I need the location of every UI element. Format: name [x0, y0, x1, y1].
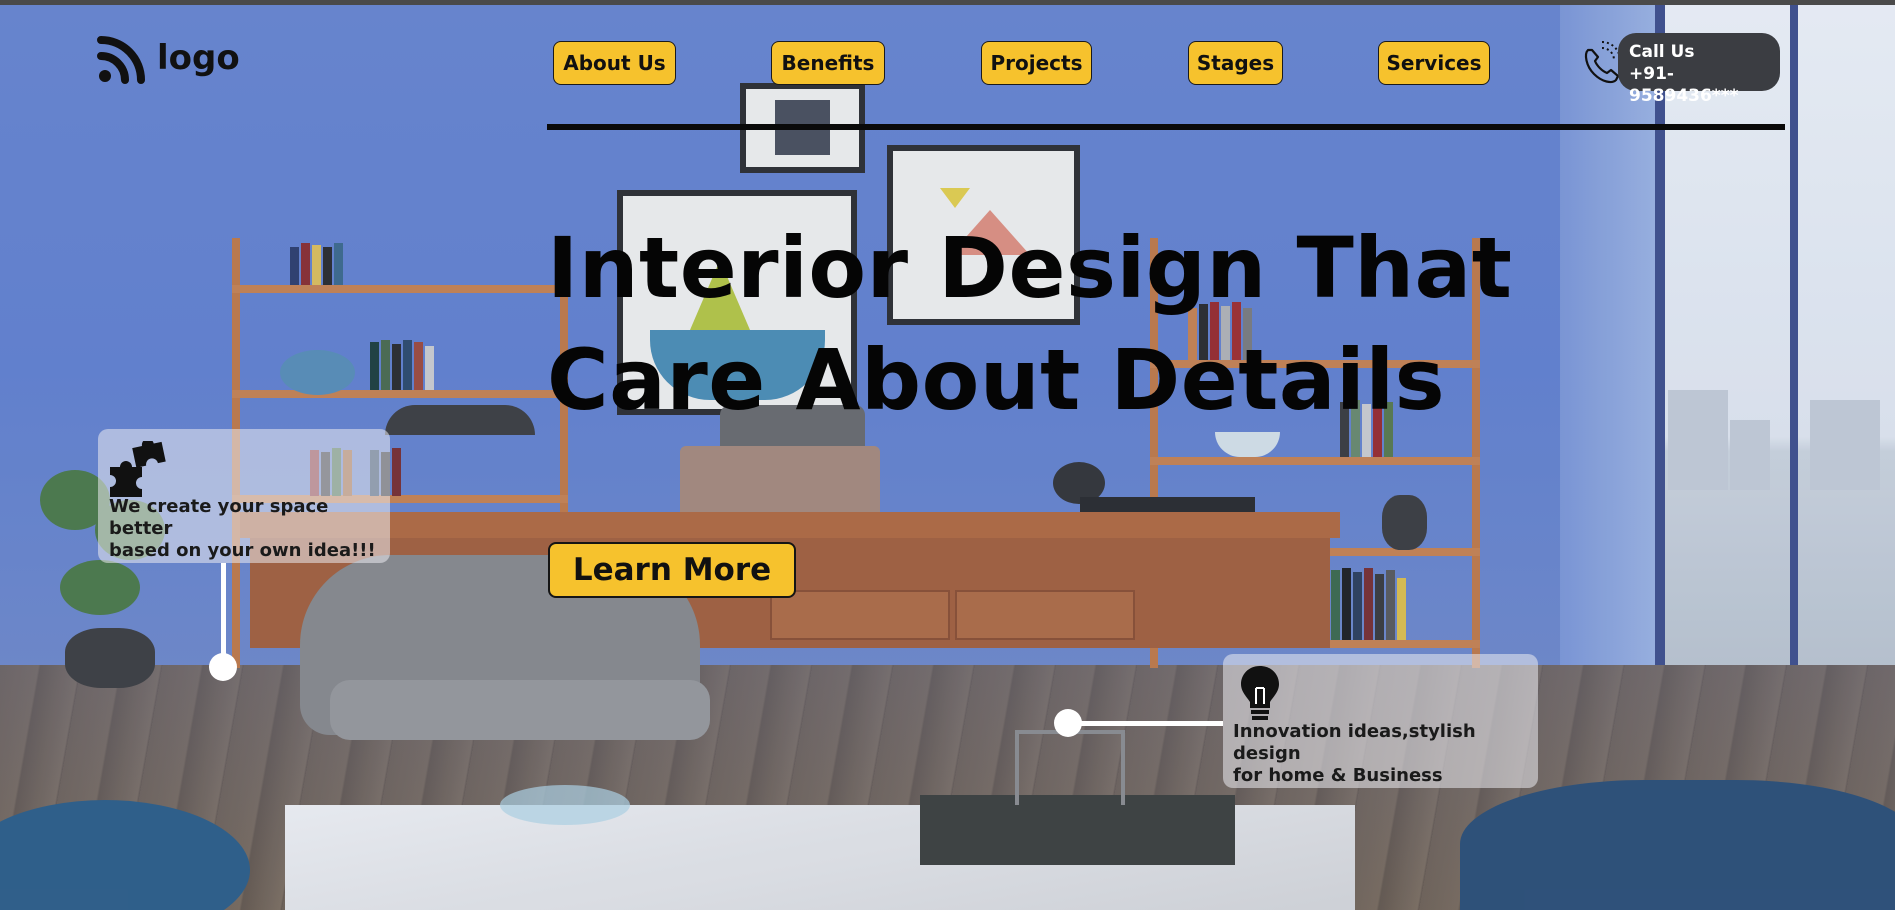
logo[interactable]: logo — [97, 32, 240, 84]
call-us-pill[interactable]: Call Us +91-9589436*** — [1618, 33, 1780, 106]
nav-benefits[interactable]: Benefits — [771, 41, 885, 85]
nav-services[interactable]: Services — [1378, 41, 1490, 85]
connector-line-left — [221, 563, 226, 666]
hero-heading-line-2: Care About Details — [547, 331, 1446, 429]
hotspot-dot-right[interactable] — [1054, 709, 1082, 737]
feature-card-ideas: We create your space better based on you… — [98, 429, 390, 563]
call-us-title: Call Us — [1629, 42, 1695, 62]
feature-text-ideas-line-1: We create your space better — [109, 496, 329, 539]
hero-heading-line-1: Interior Design That — [547, 219, 1513, 317]
hotspot-dot-left[interactable] — [209, 653, 237, 681]
hero-heading: Interior Design That Care About Details — [547, 212, 1547, 436]
lightbulb-icon — [1239, 664, 1281, 728]
top-border — [0, 0, 1895, 5]
puzzle-icon — [108, 438, 166, 501]
connector-line-right — [1070, 721, 1223, 726]
nav-projects[interactable]: Projects — [981, 41, 1092, 85]
nav-underline — [547, 124, 1785, 130]
feature-text-innovation-line-1: Innovation ideas,stylish design — [1233, 721, 1476, 764]
call-us[interactable]: Call Us +91-9589436*** — [1580, 33, 1780, 106]
feature-text-innovation: Innovation ideas,stylish design for home… — [1233, 721, 1538, 787]
feature-text-ideas-line-2: based on your own idea!!! — [109, 540, 376, 561]
rss-wave-icon — [97, 32, 147, 84]
learn-more-button[interactable]: Learn More — [548, 542, 796, 598]
feature-text-ideas: We create your space better based on you… — [109, 496, 390, 562]
feature-card-innovation: Innovation ideas,stylish design for home… — [1223, 654, 1538, 788]
nav-about-us[interactable]: About Us — [553, 41, 676, 85]
logo-text: logo — [157, 38, 240, 78]
nav-stages[interactable]: Stages — [1188, 41, 1283, 85]
call-us-phone: +91-9589436*** — [1629, 64, 1739, 106]
feature-text-innovation-line-2: for home & Business — [1233, 765, 1443, 786]
